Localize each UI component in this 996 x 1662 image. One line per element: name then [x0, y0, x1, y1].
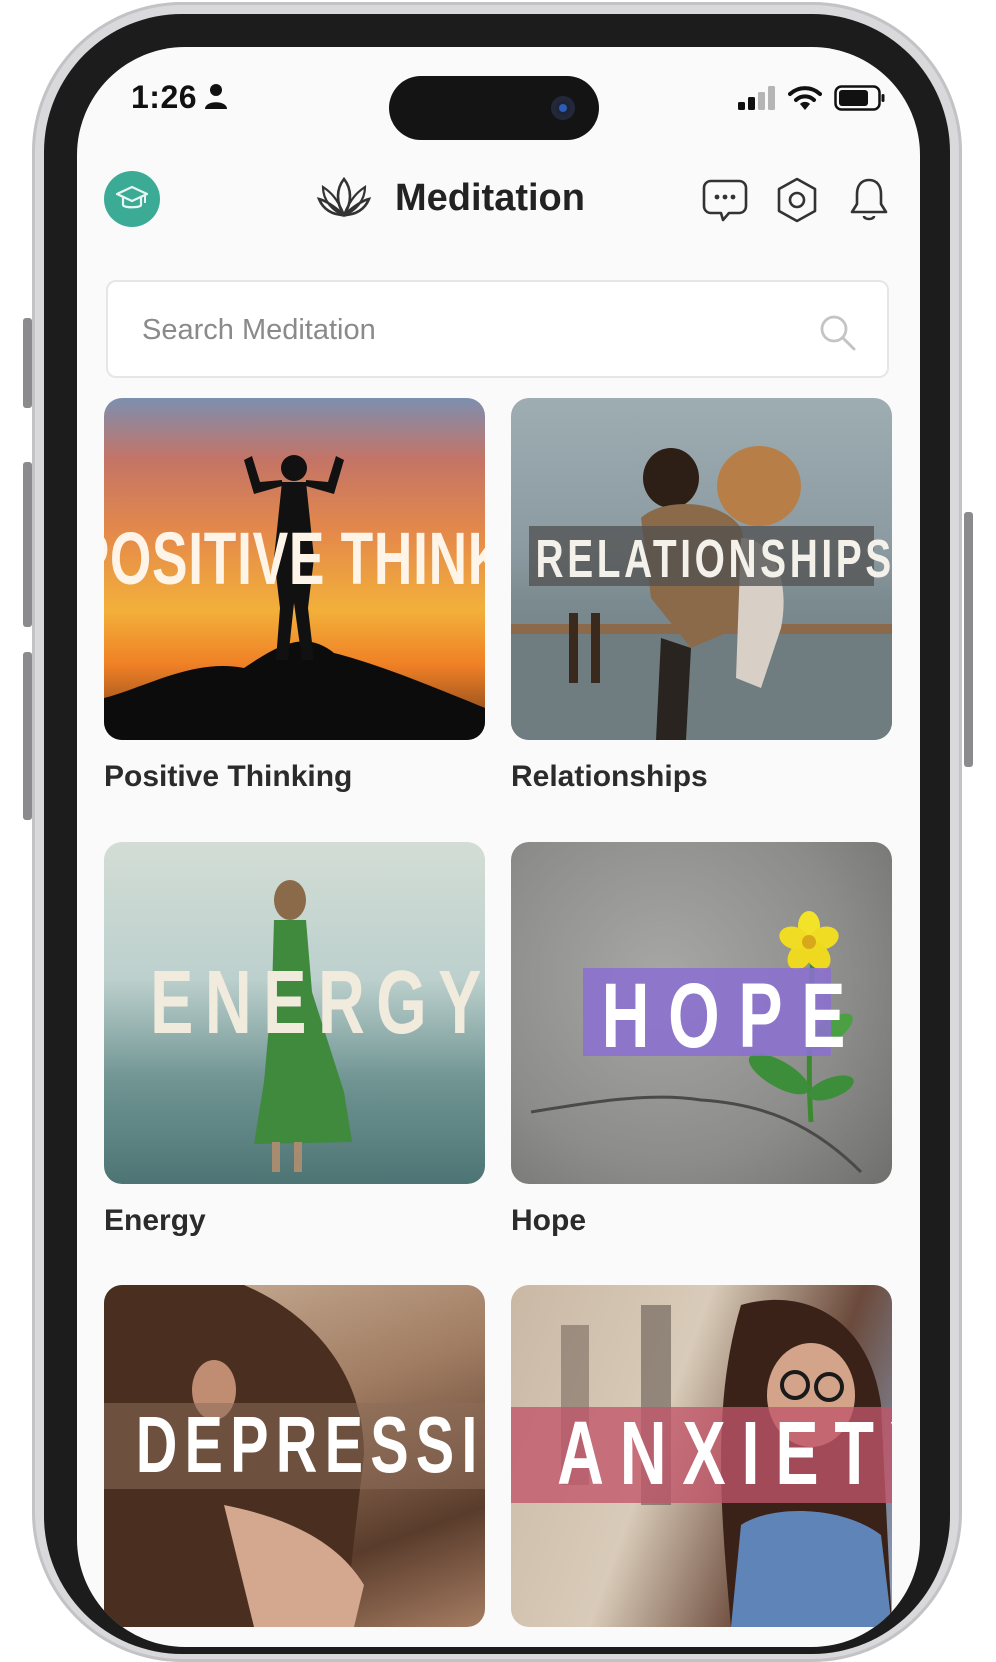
lotus-icon [316, 176, 372, 218]
category-image: HOPE [511, 842, 892, 1184]
category-card-relationships[interactable]: RELATIONSHIPS Relationships [511, 398, 892, 794]
category-label: Positive Thinking [104, 760, 353, 793]
chat-icon [702, 179, 748, 222]
category-label: Relationships [511, 760, 708, 793]
search-bar[interactable] [106, 280, 889, 378]
category-image: ENERGY [104, 842, 485, 1184]
category-card-positive-thinking[interactable]: POSITIVE THINKING Positive Thinking [104, 398, 485, 794]
notifications-button[interactable] [844, 175, 894, 225]
category-banner: HOPE [601, 965, 865, 1067]
camera-icon [551, 96, 575, 120]
page-header: Meditation [315, 175, 585, 221]
power-button [964, 512, 973, 767]
category-card-hope[interactable]: HOPE Hope [511, 842, 892, 1238]
category-card-anxiety[interactable]: ANXIETY [511, 1285, 892, 1647]
settings-icon [777, 177, 817, 223]
wifi-icon [788, 86, 822, 110]
category-image: POSITIVE THINKING [104, 398, 485, 740]
bell-icon [850, 178, 888, 221]
person-icon [205, 84, 227, 109]
category-label: Energy [104, 1204, 206, 1237]
search-icon[interactable] [817, 312, 857, 352]
avatar[interactable] [104, 171, 160, 227]
category-card-depression[interactable]: DEPRESSION [104, 1285, 485, 1647]
app-screen: 1:26 Meditation Search Meditation OSITIV… [77, 47, 920, 1647]
category-label: Hope [511, 1204, 586, 1237]
category-image: ANXIETY [511, 1285, 892, 1627]
category-banner: ENERGY [150, 953, 485, 1053]
category-banner: ANXIETY [557, 1404, 892, 1504]
volume-down-button [23, 652, 32, 820]
status-icons [738, 85, 886, 111]
status-time: 1:26 [131, 79, 198, 115]
action-button [23, 318, 32, 408]
dynamic-island [389, 76, 599, 140]
page-title: Meditation [395, 176, 585, 219]
category-banner: DEPRESSION [135, 1400, 485, 1489]
graduation-cap-icon [115, 185, 149, 209]
category-card-energy[interactable]: ENERGY Energy [104, 842, 485, 1238]
category-image: RELATIONSHIPS [511, 398, 892, 740]
battery-icon [834, 85, 885, 111]
category-banner: RELATIONSHIPS [535, 529, 892, 589]
header-actions [700, 175, 894, 225]
settings-button[interactable] [772, 175, 822, 225]
signal-icon [738, 86, 775, 110]
search-input[interactable] [140, 282, 784, 378]
chat-button[interactable] [700, 175, 750, 225]
category-banner: POSITIVE THINKING [104, 517, 485, 600]
category-image: DEPRESSION [104, 1285, 485, 1627]
volume-up-button [23, 462, 32, 627]
